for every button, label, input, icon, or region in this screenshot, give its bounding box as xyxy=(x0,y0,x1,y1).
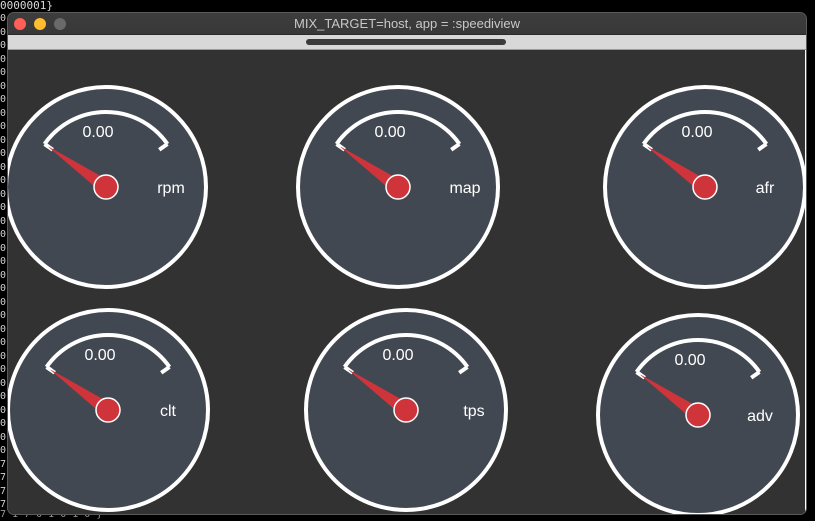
gauge-rpm: 0.00 rpm xyxy=(8,85,208,289)
needle-hub xyxy=(692,174,718,200)
needle-hub xyxy=(685,402,711,428)
gauge-afr: 0.00 afr xyxy=(603,85,806,289)
terminal-top-text: 0000001} xyxy=(0,0,53,12)
gauge-label: map xyxy=(449,180,480,197)
needle-hub xyxy=(393,397,419,423)
gauge-value: 0.00 xyxy=(374,124,405,141)
scrollbar-thumb[interactable] xyxy=(306,39,506,45)
gauge-label: rpm xyxy=(157,180,185,197)
horizontal-scrollbar[interactable] xyxy=(8,35,806,50)
gauge-panel: 0.00 rpm 0.00 map 0.00 afr 0.00 clt 0.00 tps 0.00 a… xyxy=(8,50,806,514)
gauge-value: 0.00 xyxy=(681,124,712,141)
gauge-value: 0.00 xyxy=(82,124,113,141)
title-bar[interactable]: MIX_TARGET=host, app = :speediview xyxy=(8,13,806,35)
gauge-label: afr xyxy=(756,180,775,197)
gauge-label: tps xyxy=(463,403,484,420)
gauge-label: clt xyxy=(160,403,177,420)
needle-hub xyxy=(93,174,119,200)
needle-hub xyxy=(385,174,411,200)
terminal-left-column: 0 0 0 0 0 0 0 0 0 0 0 0 0 0 0 0 0 0 0 0 … xyxy=(0,13,7,510)
gauge-value: 0.00 xyxy=(674,352,705,369)
gauge-adv: 0.00 adv xyxy=(596,313,800,514)
window-title: MIX_TARGET=host, app = :speediview xyxy=(294,16,520,31)
gauge-value: 0.00 xyxy=(84,347,115,364)
gauge-clt: 0.00 clt xyxy=(8,308,210,512)
needle-hub xyxy=(95,397,121,423)
window-right-edge xyxy=(805,50,806,514)
gauge-tps: 0.00 tps xyxy=(304,308,508,512)
app-window: MIX_TARGET=host, app = :speediview 0.00 r… xyxy=(8,13,806,514)
gauge-map: 0.00 map xyxy=(296,85,500,289)
gauge-label: adv xyxy=(747,408,773,425)
gauge-value: 0.00 xyxy=(382,347,413,364)
